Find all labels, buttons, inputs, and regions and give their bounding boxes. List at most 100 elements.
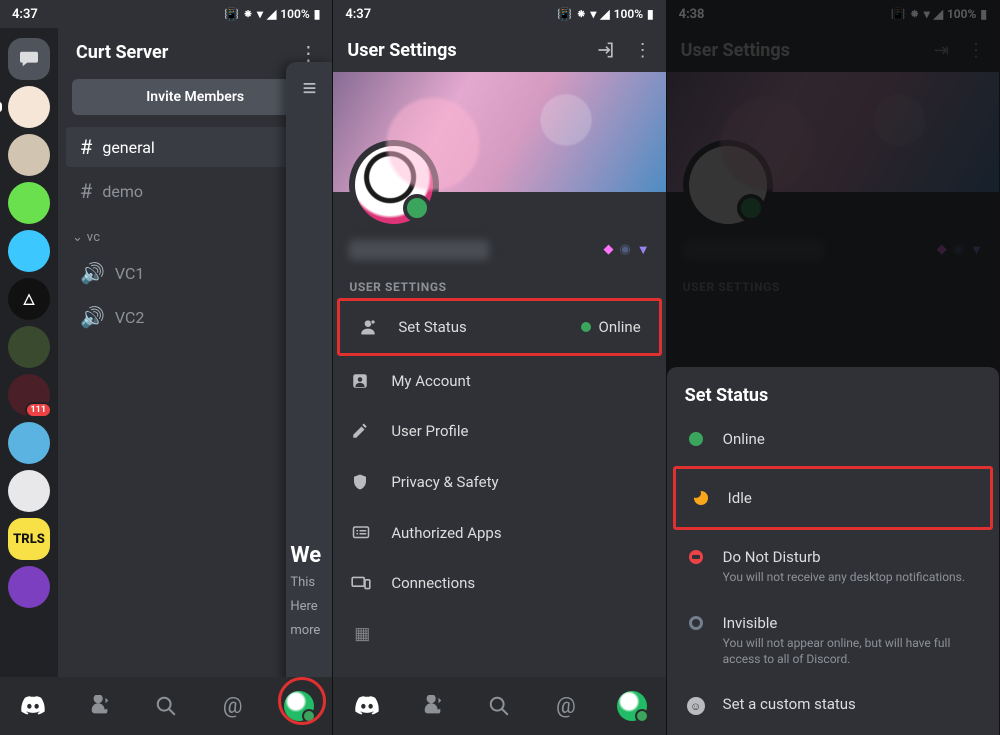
bluetooth-icon: ⁕ [243, 7, 253, 21]
tab-friends[interactable] [83, 689, 117, 723]
server-item[interactable] [8, 86, 50, 128]
status-option-dnd[interactable]: Do Not Disturb You will not receive any … [667, 534, 999, 599]
battery-icon: ▮ [314, 7, 321, 21]
battery-pct: 100% [280, 7, 309, 21]
row-label: Privacy & Safety [391, 473, 647, 491]
android-statusbar: 4:37 📳 ⁕ ▾ ◢ 100% ▮ [0, 0, 332, 28]
peek-line: more [290, 622, 333, 640]
hamburger-icon[interactable]: ≡ [286, 74, 332, 103]
clock: 4:37 [12, 7, 38, 22]
row-more[interactable]: ▦ [333, 608, 665, 648]
profile-banner [333, 72, 665, 192]
status-sheet: Set Status Online Idle Do Not Disturb Yo… [667, 367, 999, 735]
server-item[interactable] [8, 566, 50, 608]
server-item[interactable] [8, 182, 50, 224]
shield-icon [351, 472, 373, 492]
tab-discord[interactable] [350, 689, 384, 723]
row-label: Authorized Apps [391, 524, 647, 542]
wifi-icon: ▾ [257, 7, 263, 21]
idle-moon-icon [694, 491, 708, 505]
section-label: USER SETTINGS [333, 266, 665, 298]
channel-label: demo [102, 182, 143, 201]
server-name[interactable]: Curt Server [76, 42, 168, 63]
chevron-down-icon: ⌄ [72, 230, 83, 245]
bluetooth-icon: ⁕ [576, 7, 586, 21]
apps-icon [351, 524, 373, 542]
android-statusbar: 4:37 📳 ⁕ ▾ ◢ 100% ▮ [333, 0, 665, 28]
signal-icon: ◢ [600, 7, 609, 21]
status-label: Idle [728, 489, 752, 507]
tab-search[interactable] [149, 689, 183, 723]
nitro-badge-icon: ◆ [603, 242, 613, 258]
row-authorized-apps[interactable]: Authorized Apps [333, 508, 665, 558]
server-item[interactable]: 111 [8, 374, 50, 416]
status-label: Invisible [723, 614, 973, 632]
server-item[interactable]: TRLS [8, 518, 50, 560]
screen-set-status: 4:38 📳⁕▾◢ 100%▮ User Settings ⇥⋮ ◆◉▼ USE… [667, 0, 1000, 735]
peek-line: This [290, 574, 333, 592]
tab-search[interactable] [482, 689, 516, 723]
hash-icon: # [80, 179, 92, 203]
status-option-idle[interactable]: Idle [673, 466, 993, 530]
dm-button[interactable] [8, 38, 50, 80]
row-set-status[interactable]: Set Status Online [337, 298, 661, 356]
tab-mentions[interactable]: @ [216, 689, 250, 723]
row-connections[interactable]: Connections [333, 558, 665, 608]
row-privacy-safety[interactable]: Privacy & Safety [333, 456, 665, 508]
wifi-icon: ▾ [590, 7, 596, 21]
row-my-account[interactable]: My Account [333, 356, 665, 406]
row-label: My Account [391, 372, 647, 390]
signal-icon: ◢ [267, 7, 276, 21]
boost-badge-icon: ◉ [619, 242, 630, 258]
invite-members-button[interactable]: Invite Members [72, 79, 318, 115]
server-item[interactable] [8, 326, 50, 368]
account-icon [351, 372, 373, 390]
tab-mentions[interactable]: @ [549, 689, 583, 723]
devices-icon [351, 575, 373, 591]
tab-friends[interactable] [416, 689, 450, 723]
qr-icon: ▦ [351, 624, 373, 644]
status-label: Do Not Disturb [723, 548, 965, 566]
server-item[interactable]: △ [8, 278, 50, 320]
chat-peek[interactable]: ≡ We This Here more [286, 62, 332, 714]
username-redacted [349, 240, 489, 260]
server-item[interactable] [8, 230, 50, 272]
battery-icon: ▮ [647, 7, 654, 21]
screen-user-settings: 4:37 📳 ⁕ ▾ ◢ 100% ▮ User Settings ⋮ ◆ ◉ … [333, 0, 666, 735]
clock: 4:37 [345, 7, 371, 22]
server-item[interactable] [8, 422, 50, 464]
profile-avatar[interactable] [349, 140, 439, 230]
username-row: ◆ ◉ ▼ [333, 240, 665, 266]
status-option-online[interactable]: Online [667, 416, 999, 462]
custom-status-icon: ☺ [687, 697, 705, 715]
row-label: Connections [391, 574, 647, 592]
server-item[interactable] [8, 470, 50, 512]
vibrate-icon: 📳 [557, 7, 572, 21]
server-item[interactable] [8, 134, 50, 176]
peek-line: Here [290, 598, 333, 616]
dnd-icon [689, 550, 703, 564]
status-option-invisible[interactable]: Invisible You will not appear online, bu… [667, 600, 999, 681]
profile-badges: ◆ ◉ ▼ [603, 242, 649, 258]
row-user-profile[interactable]: User Profile [333, 406, 665, 456]
tab-discord[interactable] [16, 689, 50, 723]
row-label: User Profile [391, 422, 647, 440]
mention-badge: 111 [25, 402, 53, 418]
server-rail[interactable]: △ 111 TRLS [0, 28, 58, 735]
battery-pct: 100% [614, 7, 643, 21]
peek-welcome-title: We [290, 543, 333, 568]
row-label: Set Status [398, 318, 562, 336]
status-option-custom[interactable]: ☺ Set a custom status [667, 681, 999, 729]
channel-label: VC1 [115, 264, 145, 283]
tab-profile[interactable] [615, 689, 649, 723]
status-label: Set a custom status [723, 695, 856, 713]
logout-icon[interactable] [596, 40, 616, 61]
speaker-icon: 🔊 [80, 305, 105, 329]
bottom-tabbar: @ [333, 677, 665, 735]
status-icon [358, 317, 380, 337]
vibrate-icon: 📳 [224, 7, 239, 21]
overflow-menu-button[interactable]: ⋮ [634, 40, 652, 61]
annotation-circle [278, 677, 326, 725]
speaker-icon: 🔊 [80, 261, 105, 285]
server-menu-button[interactable]: ⋮ [298, 43, 318, 63]
